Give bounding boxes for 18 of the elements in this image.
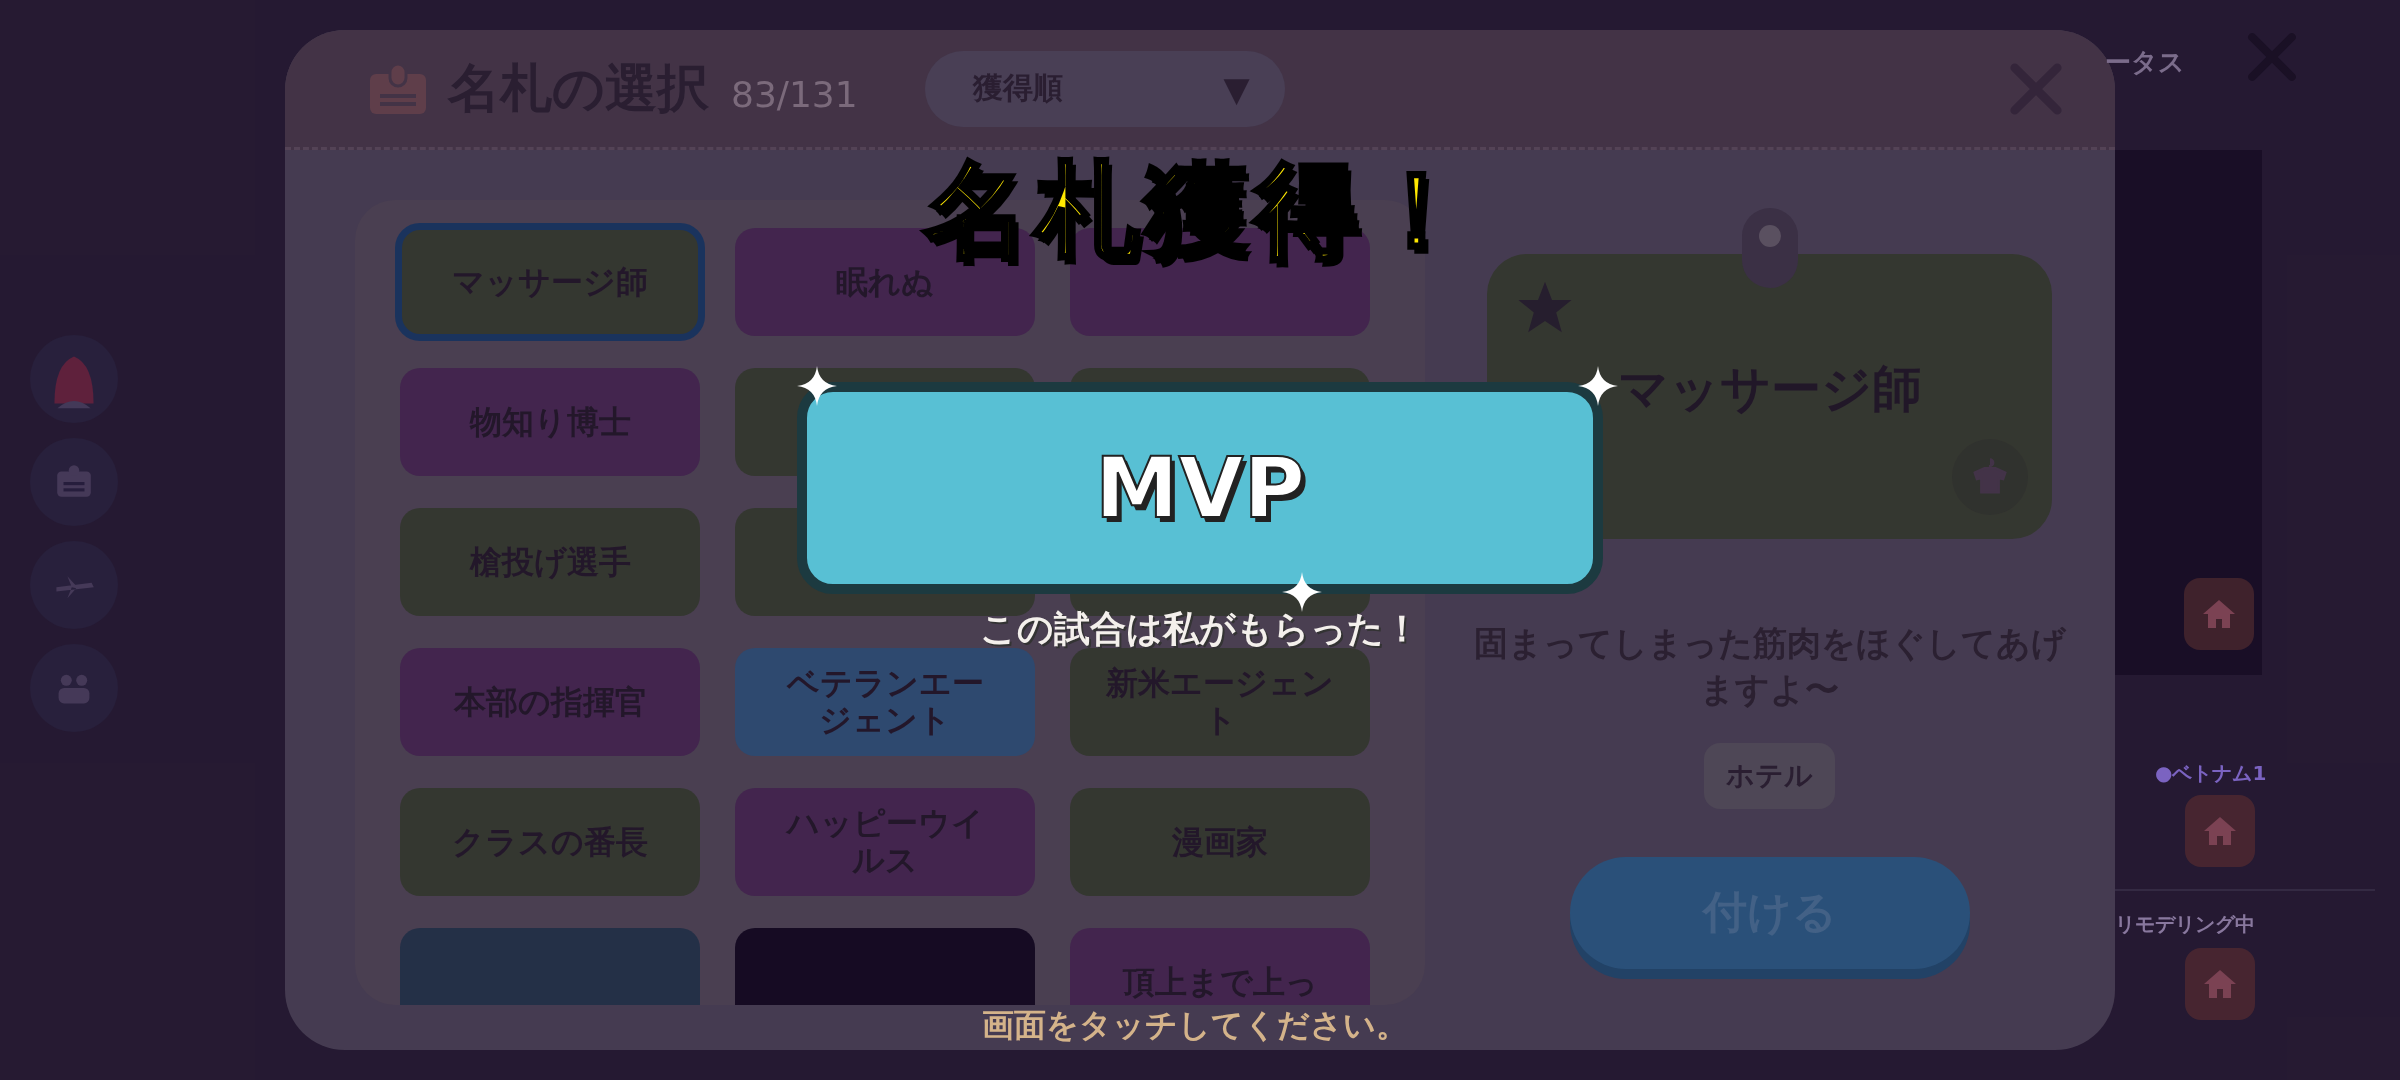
avatar-icon[interactable] — [30, 335, 118, 423]
nameplate-icon — [370, 63, 426, 114]
award-quote: この試合は私がもらった！ — [980, 610, 1420, 648]
home-button[interactable] — [2184, 578, 2254, 650]
region-label: ●ベトナム1 — [2155, 760, 2267, 787]
status-label: ータス — [2105, 46, 2185, 79]
home-button[interactable] — [2185, 795, 2255, 867]
remodel-label: リモデリング中 — [2115, 911, 2255, 938]
nameplate-item[interactable] — [735, 928, 1035, 1005]
sparkle-icon — [797, 366, 837, 406]
collection-count: 83/131 — [731, 74, 858, 115]
award-name: MVP — [1094, 439, 1306, 537]
nameplate-item[interactable]: ベテランエージェント — [735, 648, 1035, 756]
touch-hint: 画面をタッチしてください。 — [982, 1007, 1408, 1043]
home-button[interactable] — [2185, 948, 2255, 1020]
sparkle-icon — [1578, 366, 1618, 406]
nameplate-item[interactable] — [400, 928, 700, 1005]
sparkle-icon — [1282, 572, 1322, 612]
